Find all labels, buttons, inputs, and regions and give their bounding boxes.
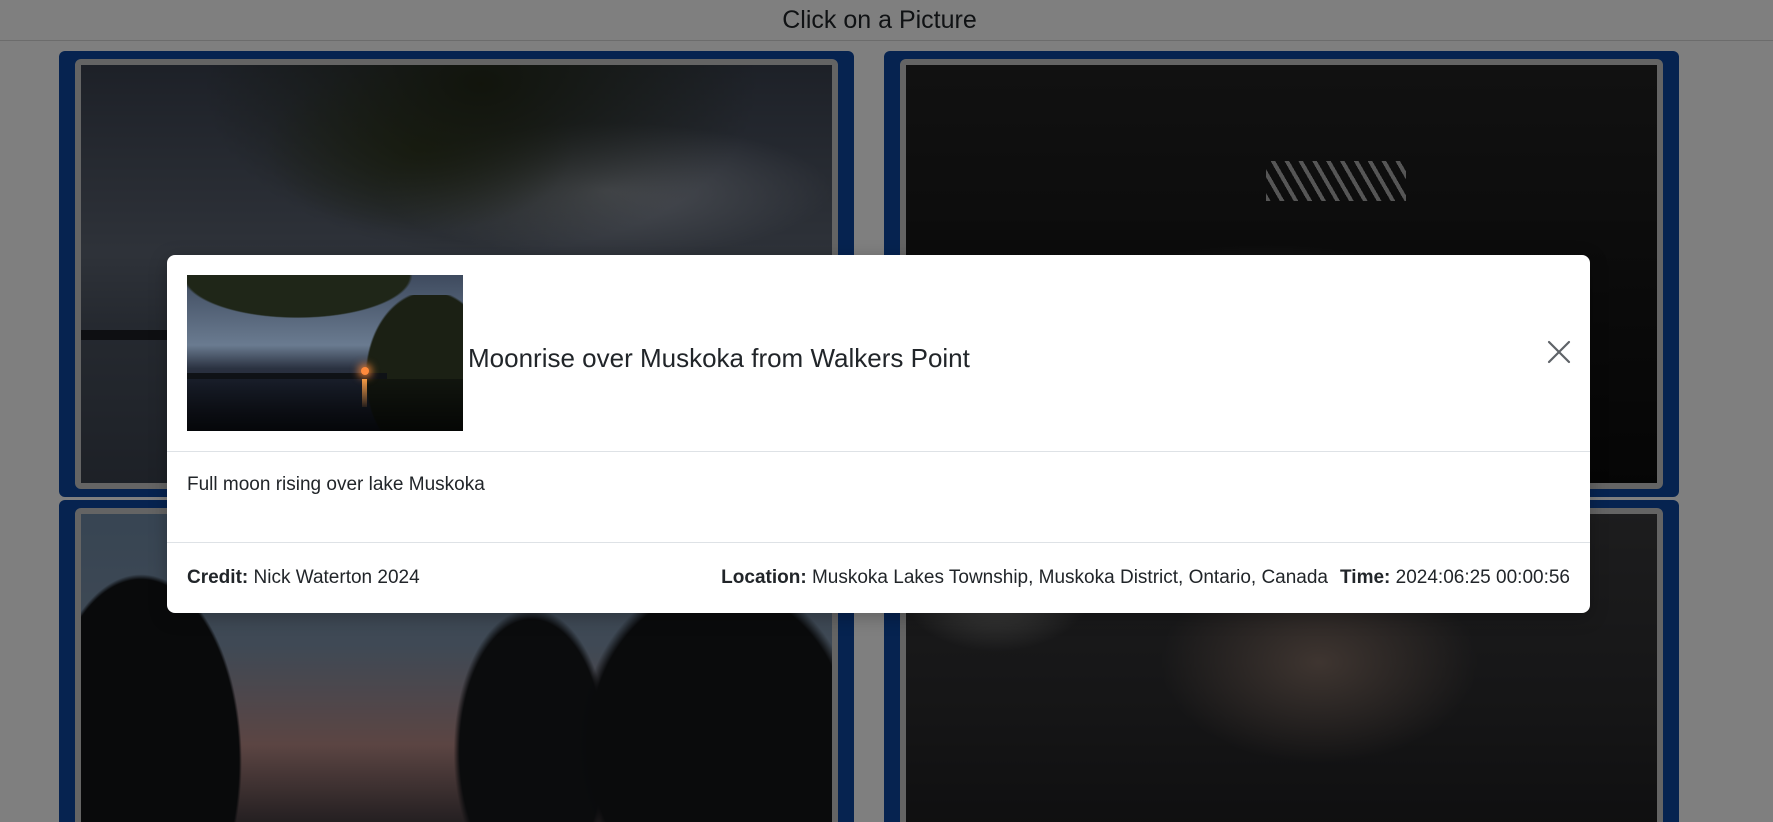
modal-body: Full moon rising over lake Muskoka bbox=[167, 452, 1590, 543]
modal-thumbnail bbox=[187, 275, 463, 431]
time-value: 2024:06:25 00:00:56 bbox=[1395, 567, 1570, 588]
time-label: Time: bbox=[1340, 567, 1391, 588]
thumbnail-moon-reflection bbox=[362, 379, 367, 407]
gallery-page: Click on a Picture bbox=[0, 0, 1773, 822]
modal-header: Moonrise over Muskoka from Walkers Point bbox=[167, 255, 1590, 452]
thumbnail-water bbox=[187, 379, 463, 431]
close-button[interactable] bbox=[1545, 338, 1573, 366]
location-value: Muskoka Lakes Township, Muskoka District… bbox=[811, 567, 1328, 588]
credit-value: Nick Waterton 2024 bbox=[253, 567, 420, 588]
time-info: Time: 2024:06:25 00:00:56 bbox=[1340, 567, 1570, 589]
photo-description: Full moon rising over lake Muskoka bbox=[187, 474, 485, 495]
thumbnail-moon bbox=[361, 367, 369, 375]
location-info: Location: Muskoka Lakes Township, Muskok… bbox=[721, 567, 1328, 589]
photo-modal: Moonrise over Muskoka from Walkers Point… bbox=[167, 255, 1590, 613]
location-label: Location: bbox=[721, 567, 807, 588]
close-icon bbox=[1547, 340, 1571, 364]
modal-footer: Credit: Nick Waterton 2024 Location: Mus… bbox=[167, 543, 1590, 613]
credit-info: Credit: Nick Waterton 2024 bbox=[187, 567, 420, 589]
modal-title: Moonrise over Muskoka from Walkers Point bbox=[468, 343, 970, 373]
credit-label: Credit: bbox=[187, 567, 249, 588]
